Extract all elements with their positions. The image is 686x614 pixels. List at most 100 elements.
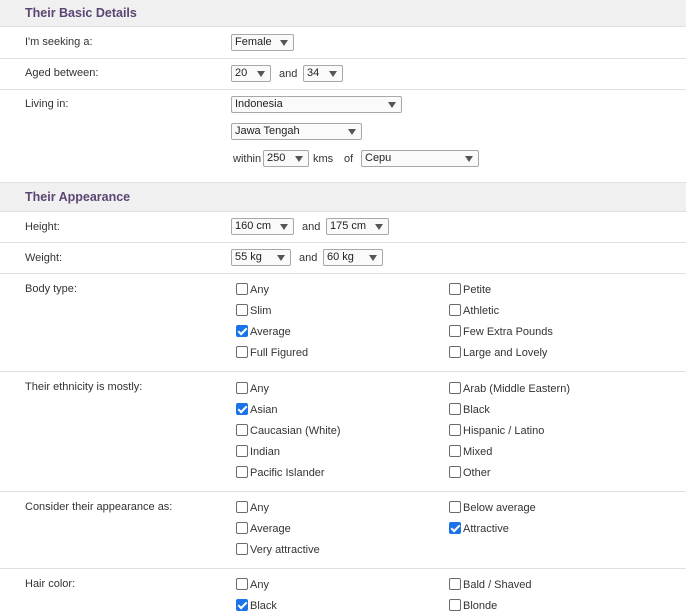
- consider-option-label[interactable]: Very attractive: [250, 544, 320, 556]
- body-type-checkbox[interactable]: [449, 283, 461, 295]
- aged-label: Aged between:: [25, 67, 99, 79]
- chevron-down-icon: [257, 71, 265, 77]
- ethnicity-checkbox[interactable]: [449, 424, 461, 436]
- ethnicity-checkbox[interactable]: [236, 466, 248, 478]
- body-type-option-label[interactable]: Athletic: [463, 305, 499, 317]
- height-max-value: 175 cm: [330, 220, 367, 232]
- ethnicity-checkbox[interactable]: [236, 424, 248, 436]
- chevron-down-icon: [465, 156, 473, 162]
- body-type-option-label[interactable]: Large and Lovely: [463, 347, 547, 359]
- body-type-label: Body type:: [25, 283, 77, 295]
- consider-option-label[interactable]: Any: [250, 502, 269, 514]
- of-text: of: [344, 153, 354, 165]
- body-type-checkbox[interactable]: [449, 325, 461, 337]
- consider-option-label[interactable]: Attractive: [463, 523, 509, 535]
- consider-checkbox[interactable]: [449, 522, 461, 534]
- ethnicity-option-label[interactable]: Other: [463, 467, 491, 479]
- ethnicity-option-label[interactable]: Asian: [250, 404, 278, 416]
- height-min-select[interactable]: 160 cm: [231, 218, 294, 235]
- body-type-checkbox[interactable]: [236, 325, 248, 337]
- body-type-option-label[interactable]: Average: [250, 326, 291, 338]
- body-type-option-label[interactable]: Petite: [463, 284, 491, 296]
- hair-color-option-label[interactable]: Any: [250, 579, 269, 591]
- age-max-select[interactable]: 34: [303, 65, 343, 82]
- hair-color-option-label[interactable]: Bald / Shaved: [463, 579, 532, 591]
- body-type-checkbox[interactable]: [236, 346, 248, 358]
- chevron-down-icon: [280, 224, 288, 230]
- consider-checkbox[interactable]: [236, 501, 248, 513]
- weight-max-value: 60 kg: [327, 251, 354, 263]
- height-label: Height:: [25, 221, 60, 233]
- age-min-select[interactable]: 20: [231, 65, 271, 82]
- hair-color-checkbox[interactable]: [236, 578, 248, 590]
- age-and-text: and: [279, 68, 298, 80]
- ethnicity-checkbox[interactable]: [236, 403, 248, 415]
- hair-color-checkbox[interactable]: [449, 578, 461, 590]
- divider: [0, 89, 686, 90]
- body-type-checkbox[interactable]: [449, 304, 461, 316]
- consider-checkbox[interactable]: [236, 543, 248, 555]
- ethnicity-checkbox[interactable]: [449, 445, 461, 457]
- chevron-down-icon: [295, 156, 303, 162]
- consider-option-label[interactable]: Below average: [463, 502, 536, 514]
- ethnicity-option-label[interactable]: Arab (Middle Eastern): [463, 383, 570, 395]
- ethnicity-checkbox[interactable]: [449, 466, 461, 478]
- body-type-option-label[interactable]: Few Extra Pounds: [463, 326, 553, 338]
- ethnicity-option-label[interactable]: Black: [463, 404, 490, 416]
- living-label: Living in:: [25, 98, 69, 110]
- ethnicity-checkbox[interactable]: [449, 403, 461, 415]
- hair-color-option-label[interactable]: Black: [250, 600, 277, 612]
- seeking-label: I'm seeking a:: [25, 36, 93, 48]
- weight-label: Weight:: [25, 252, 63, 264]
- ethnicity-option-label[interactable]: Caucasian (White): [250, 425, 340, 437]
- section-title: Their Appearance: [25, 190, 131, 204]
- divider: [0, 242, 686, 243]
- divider: [0, 273, 686, 274]
- divider: [0, 211, 686, 212]
- ethnicity-option-label[interactable]: Indian: [250, 446, 280, 458]
- height-min-value: 160 cm: [235, 220, 272, 232]
- ethnicity-checkbox[interactable]: [449, 382, 461, 394]
- ethnicity-option-label[interactable]: Mixed: [463, 446, 492, 458]
- divider: [0, 491, 686, 492]
- body-type-checkbox[interactable]: [236, 283, 248, 295]
- region-select[interactable]: Jawa Tengah: [231, 123, 362, 140]
- seeking-value: Female: [235, 36, 272, 48]
- consider-option-label[interactable]: Average: [250, 523, 291, 535]
- consider-checkbox[interactable]: [236, 522, 248, 534]
- country-value: Indonesia: [235, 98, 283, 110]
- chevron-down-icon: [388, 102, 396, 108]
- body-type-option-label[interactable]: Full Figured: [250, 347, 308, 359]
- height-max-select[interactable]: 175 cm: [326, 218, 389, 235]
- hair-color-checkbox[interactable]: [449, 599, 461, 611]
- hair-color-option-label[interactable]: Blonde: [463, 600, 497, 612]
- ethnicity-option-label[interactable]: Any: [250, 383, 269, 395]
- ethnicity-checkbox[interactable]: [236, 445, 248, 457]
- body-type-option-label[interactable]: Any: [250, 284, 269, 296]
- body-type-option-label[interactable]: Slim: [250, 305, 271, 317]
- body-type-checkbox[interactable]: [449, 346, 461, 358]
- country-select[interactable]: Indonesia: [231, 96, 402, 113]
- hair-color-checkbox[interactable]: [236, 599, 248, 611]
- distance-select[interactable]: 250: [263, 150, 309, 167]
- weight-and-text: and: [299, 252, 318, 264]
- body-type-checkbox[interactable]: [236, 304, 248, 316]
- age-max-value: 34: [307, 67, 320, 79]
- ethnicity-option-label[interactable]: Pacific Islander: [250, 467, 325, 479]
- seeking-select[interactable]: Female: [231, 34, 294, 51]
- divider: [0, 568, 686, 569]
- hair-label: Hair color:: [25, 578, 76, 590]
- chevron-down-icon: [277, 255, 285, 261]
- consider-checkbox[interactable]: [449, 501, 461, 513]
- weight-max-select[interactable]: 60 kg: [323, 249, 383, 266]
- ethnicity-checkbox[interactable]: [236, 382, 248, 394]
- chevron-down-icon: [369, 255, 377, 261]
- city-select[interactable]: Cepu: [361, 150, 479, 167]
- region-value: Jawa Tengah: [235, 125, 300, 137]
- section-basic-details: Their Basic Details: [0, 0, 686, 26]
- chevron-down-icon: [329, 71, 337, 77]
- divider: [0, 26, 686, 27]
- ethnicity-option-label[interactable]: Hispanic / Latino: [463, 425, 544, 437]
- section-title: Their Basic Details: [25, 6, 137, 20]
- weight-min-select[interactable]: 55 kg: [231, 249, 291, 266]
